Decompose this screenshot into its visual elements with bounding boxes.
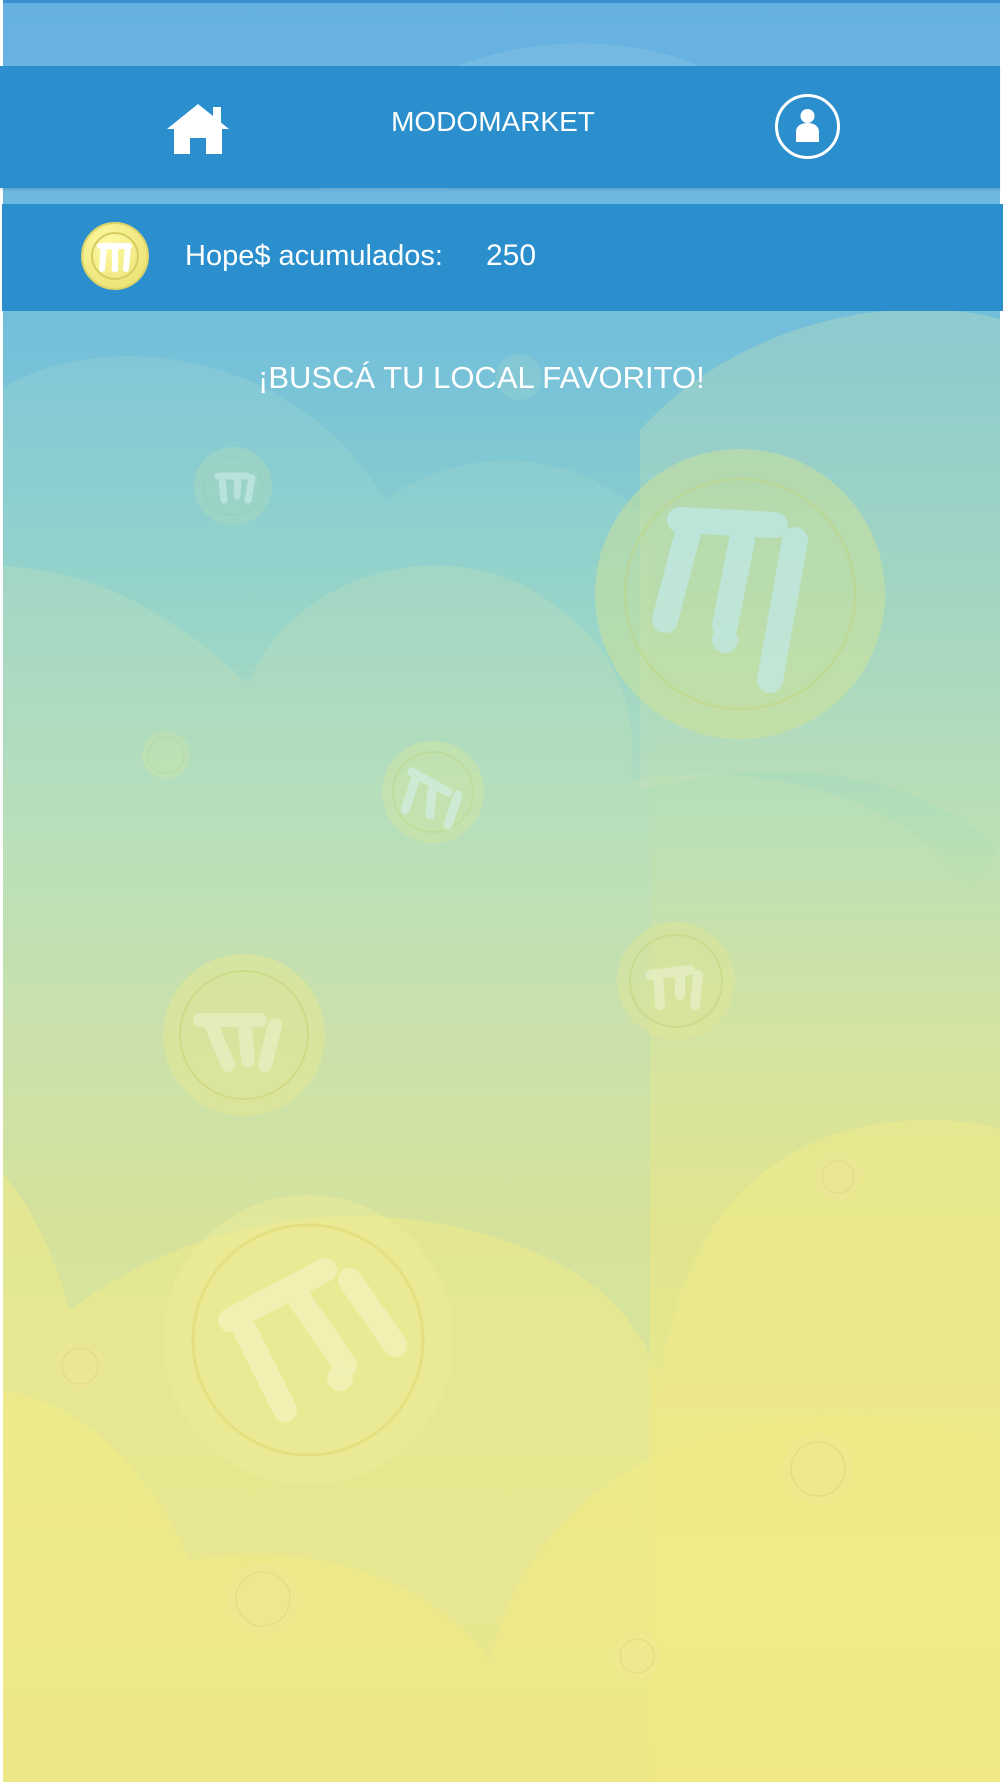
user-profile-icon bbox=[796, 109, 819, 142]
coin-icon bbox=[80, 221, 150, 291]
app-screen: MODOMARKET Hope$ acumulados: 250 ¡BUSCÁ … bbox=[0, 0, 1003, 1782]
points-summary-bar: Hope$ acumulados: 250 bbox=[2, 204, 1003, 311]
points-value: 250 bbox=[486, 239, 537, 272]
search-favorite-store-prompt[interactable]: ¡BUSCÁ TU LOCAL FAVORITO! bbox=[258, 360, 705, 396]
points-label: Hope$ acumulados: bbox=[185, 240, 443, 272]
profile-button[interactable] bbox=[775, 94, 840, 159]
top-frame-edge bbox=[0, 0, 1003, 3]
top-navigation-bar: MODOMARKET bbox=[0, 66, 1000, 188]
